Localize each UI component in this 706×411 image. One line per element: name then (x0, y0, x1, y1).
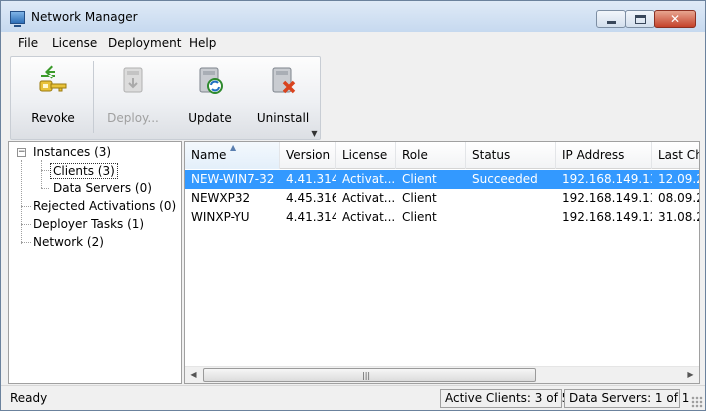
maximize-icon (635, 15, 646, 24)
navigation-tree[interactable]: − Instances (3) Clients (3) Data Servers… (8, 141, 182, 384)
deploy-icon (123, 67, 143, 93)
cell-status (466, 189, 556, 208)
column-header-status[interactable]: Status (466, 142, 556, 169)
table-row[interactable]: NEWXP32 4.45.316 Activat... Client 192.168.1… (185, 189, 699, 208)
horizontal-scrollbar[interactable]: ◀ ||| ▶ (185, 366, 699, 383)
instances-list[interactable]: ▲ Name Version License Role Status IP Ad… (184, 141, 700, 384)
window-title: Network Manager (31, 10, 138, 24)
cell-version: 4.45.316 (286, 191, 336, 205)
cell-status (466, 208, 556, 227)
network-manager-window: Network Manager ✕ File License Deploymen… (0, 0, 706, 411)
cell-version: 4.41.314 (286, 210, 336, 224)
column-header-version[interactable]: Version (280, 142, 336, 169)
column-header-name[interactable]: ▲ Name (185, 142, 280, 169)
minimize-button[interactable] (596, 10, 626, 28)
tree-item-network[interactable]: Network (2) (33, 235, 104, 249)
tree-connector (21, 160, 22, 244)
cell-role: Client (402, 210, 437, 224)
column-header-role[interactable]: Role (396, 142, 466, 169)
sort-ascending-icon: ▲ (230, 143, 237, 152)
menu-bar: File License Deployment Help (1, 32, 705, 54)
column-header-license[interactable]: License (336, 142, 396, 169)
toolbar: Revoke Deploy... Update Uninstall ▼ (10, 56, 321, 140)
uninstall-icon (272, 67, 296, 94)
resize-grip-icon[interactable] (691, 396, 703, 408)
update-button[interactable]: Update (173, 57, 247, 137)
cell-ip-address: 192.168.149.139 (562, 172, 652, 186)
scroll-left-icon[interactable]: ◀ (185, 367, 202, 383)
revoke-button[interactable]: Revoke (16, 57, 90, 137)
cell-license: Activat... (342, 191, 396, 205)
deploy-label: Deploy... (107, 111, 159, 125)
data-servers-panel: Data Servers: 1 of 1 (564, 389, 689, 408)
title-bar[interactable]: Network Manager ✕ (1, 1, 705, 32)
list-header: ▲ Name Version License Role Status IP Ad… (185, 142, 699, 169)
table-row[interactable]: WINXP-YU 4.41.314 Activat... Client 192.168.… (185, 208, 699, 227)
toolbar-separator (93, 61, 94, 133)
tree-connector (21, 224, 31, 225)
tree-connector (21, 206, 31, 207)
maximize-button[interactable] (625, 10, 655, 28)
revoke-label: Revoke (31, 111, 75, 125)
cell-name: WINXP-YU (191, 210, 250, 224)
monitor-icon (10, 11, 25, 27)
tree-item-deployer-tasks[interactable]: Deployer Tasks (1) (33, 217, 144, 231)
status-text: Ready (10, 391, 48, 405)
tree-item-data-servers[interactable]: Data Servers (0) (53, 181, 152, 195)
close-button[interactable]: ✕ (654, 10, 696, 28)
cell-name: NEWXP32 (191, 191, 251, 205)
scroll-right-icon[interactable]: ▶ (682, 367, 699, 383)
active-clients-panel: Active Clients: 3 of 5 (440, 389, 569, 408)
column-header-last-check[interactable]: Last Che (652, 142, 699, 169)
menu-deployment[interactable]: Deployment (108, 36, 181, 50)
cell-last-check: 31.08.20 (658, 210, 699, 224)
menu-file[interactable]: File (18, 36, 38, 50)
close-icon: ✕ (669, 12, 681, 26)
cell-license: Activat... (342, 172, 396, 186)
status-bar: Ready Active Clients: 3 of 5 Data Server… (1, 385, 705, 410)
tree-item-instances[interactable]: Instances (3) (33, 145, 111, 159)
cell-version: 4.41.314 (286, 172, 336, 186)
cell-role: Client (402, 172, 437, 186)
cell-ip-address: 192.168.149.137 (562, 191, 652, 205)
grip-icon: ||| (362, 371, 371, 380)
column-header-ip-address[interactable]: IP Address (556, 142, 652, 169)
cell-name: NEW-WIN7-32 (191, 172, 275, 186)
scrollbar-thumb[interactable]: ||| (203, 368, 536, 382)
tree-connector (21, 242, 31, 243)
update-icon (199, 67, 223, 94)
uninstall-label: Uninstall (256, 111, 310, 125)
toolbar-overflow-icon[interactable]: ▼ (310, 129, 319, 138)
collapse-icon[interactable]: − (17, 148, 26, 157)
menu-help[interactable]: Help (189, 36, 216, 50)
update-label: Update (188, 111, 232, 125)
deploy-button[interactable]: Deploy... (96, 57, 170, 137)
tree-item-rejected-activations[interactable]: Rejected Activations (0) (33, 199, 176, 213)
cell-license: Activat... (342, 210, 396, 224)
table-row[interactable]: NEW-WIN7-32 4.41.314 Activat... Client Succe… (185, 170, 699, 189)
cell-last-check: 08.09.20 (658, 191, 699, 205)
tree-item-clients[interactable]: Clients (3) (50, 163, 118, 179)
menu-license[interactable]: License (52, 36, 97, 50)
tree-connector (41, 160, 42, 188)
cell-status: Succeeded (472, 172, 538, 186)
uninstall-button[interactable]: Uninstall (246, 57, 320, 137)
tree-connector (41, 188, 49, 189)
cell-role: Client (402, 191, 437, 205)
minimize-icon (607, 21, 616, 24)
cell-last-check: 12.09.20 (658, 172, 699, 186)
tree-connector (41, 170, 49, 171)
key-revoke-icon (39, 65, 67, 92)
cell-ip-address: 192.168.149.129 (562, 210, 652, 224)
